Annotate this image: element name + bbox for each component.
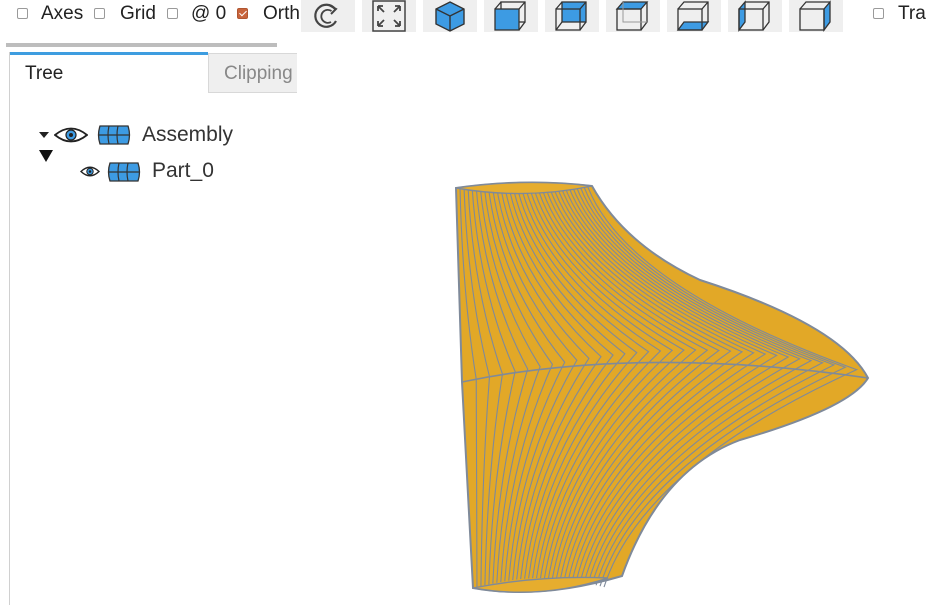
right-view-button[interactable]	[789, 0, 843, 32]
rear-view-button[interactable]	[545, 0, 599, 32]
eye-icon[interactable]	[54, 126, 88, 144]
at-zero-checkbox[interactable]	[167, 8, 178, 19]
isometric-view-button[interactable]	[423, 0, 477, 32]
axes-checkbox[interactable]	[17, 8, 28, 19]
reset-view-button[interactable]	[301, 0, 355, 32]
top-view-icon	[615, 1, 649, 31]
transparent-checkbox[interactable]	[873, 8, 884, 19]
ortho-label: Orth	[263, 3, 299, 24]
front-view-button[interactable]	[484, 0, 538, 32]
tab-clipping[interactable]: Clipping	[208, 53, 297, 93]
part-shape-icon	[107, 162, 141, 182]
fit-view-button[interactable]	[362, 0, 416, 32]
3d-viewport[interactable]	[300, 34, 926, 605]
left-view-icon	[738, 0, 770, 32]
front-view-icon	[494, 1, 526, 31]
viewer-toolbar: Axes Grid @ 0 Orth Tra	[0, 0, 926, 34]
tab-tree[interactable]: Tree	[10, 52, 208, 92]
panel-splitter[interactable]	[6, 43, 277, 47]
left-view-button[interactable]	[728, 0, 782, 32]
part-mesh	[454, 181, 870, 593]
top-view-button[interactable]	[606, 0, 660, 32]
fit-view-icon	[372, 0, 406, 32]
axes-label: Axes	[41, 3, 84, 24]
tree-node-assembly-label[interactable]: Assembly	[142, 123, 233, 147]
reset-view-icon	[314, 3, 338, 28]
collapse-caret-icon[interactable]	[38, 131, 50, 139]
assembly-shape-icon	[97, 125, 131, 145]
isometric-view-icon	[435, 1, 465, 32]
bottom-view-icon	[676, 1, 710, 31]
ortho-checkbox[interactable]	[237, 8, 248, 19]
bottom-view-button[interactable]	[667, 0, 721, 32]
tree-node-part-label[interactable]: Part_0	[152, 159, 214, 183]
eye-icon[interactable]	[80, 165, 100, 178]
transparent-label: Tra	[898, 3, 926, 24]
right-view-icon	[799, 0, 831, 32]
grid-checkbox[interactable]	[94, 8, 105, 19]
grid-label: Grid	[120, 3, 156, 24]
rear-view-icon	[555, 1, 587, 31]
panel-border	[9, 52, 10, 605]
expand-triangle-icon[interactable]	[39, 150, 53, 162]
at-zero-label: @ 0	[191, 3, 227, 24]
